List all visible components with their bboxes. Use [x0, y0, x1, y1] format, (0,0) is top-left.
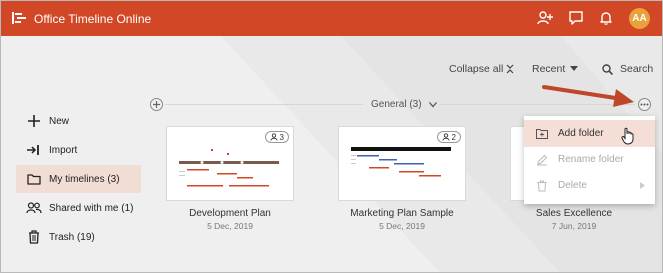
- sidebar-item-label: My timelines (3): [49, 173, 120, 185]
- collapse-all-button[interactable]: Collapse all: [449, 63, 514, 75]
- collapse-all-label: Collapse all: [449, 63, 504, 75]
- sidebar-item-label: Import: [49, 144, 78, 156]
- sidebar-item-import[interactable]: Import: [16, 136, 141, 164]
- menu-item-rename-folder[interactable]: Rename folder: [524, 146, 655, 173]
- trash-icon: [26, 229, 42, 245]
- sidebar-item-new[interactable]: New: [16, 107, 141, 135]
- search-label: Search: [620, 63, 654, 75]
- group-divider-left: [165, 104, 363, 105]
- card-date: 5 Dec, 2019: [379, 221, 425, 231]
- sidebar-item-shared[interactable]: Shared with me (1): [16, 194, 141, 222]
- chevron-down-icon: [428, 101, 437, 107]
- menu-item-label: Delete: [558, 180, 587, 191]
- group-options-menu: Add folder Rename folder Delete: [524, 116, 655, 204]
- user-icon: [442, 133, 449, 141]
- add-folder-icon: [536, 128, 548, 139]
- group-header[interactable]: General (3): [371, 99, 437, 110]
- sidebar-item-my-timelines[interactable]: My timelines (3): [16, 165, 141, 193]
- folder-icon: [26, 171, 42, 187]
- menu-item-label: Rename folder: [558, 154, 624, 165]
- sidebar-item-label: Trash (19): [49, 231, 95, 243]
- card-title[interactable]: Sales Excellence: [499, 208, 649, 219]
- user-icon: [270, 133, 277, 141]
- app-window: Office Timeline Online AA Collapse all R…: [0, 0, 663, 273]
- plus-icon: [153, 101, 160, 108]
- search-button[interactable]: Search: [602, 63, 653, 75]
- sort-dropdown[interactable]: Recent: [532, 63, 579, 75]
- card-title[interactable]: Development Plan: [155, 208, 305, 219]
- card-date: 5 Dec, 2019: [207, 221, 253, 231]
- card-title[interactable]: Marketing Plan Sample: [327, 208, 477, 219]
- sort-label: Recent: [532, 63, 566, 75]
- add-user-icon[interactable]: [537, 10, 553, 26]
- chevron-right-icon: [640, 182, 645, 189]
- collapse-icon: [506, 64, 514, 74]
- bell-icon[interactable]: [598, 10, 614, 26]
- annotation-arrow: [542, 85, 634, 107]
- timeline-card-development-plan[interactable]: 3: [166, 126, 294, 201]
- app-logo-icon[interactable]: [12, 12, 26, 24]
- import-icon: [26, 142, 42, 158]
- trash-icon: [537, 180, 547, 191]
- shared-users-icon: [26, 200, 42, 216]
- top-bar: Office Timeline Online AA: [1, 1, 662, 36]
- hand-cursor-icon: [621, 127, 634, 145]
- shared-badge: 2: [436, 131, 461, 143]
- menu-item-delete[interactable]: Delete: [524, 172, 655, 199]
- plus-icon: [26, 113, 42, 129]
- comment-icon[interactable]: [568, 10, 584, 26]
- chevron-down-icon: [570, 66, 579, 71]
- app-title: Office Timeline Online: [34, 12, 152, 26]
- timeline-card-marketing-plan[interactable]: 2: [338, 126, 466, 201]
- avatar[interactable]: AA: [629, 8, 650, 29]
- sidebar-item-label: New: [49, 115, 70, 127]
- menu-item-add-folder[interactable]: Add folder: [524, 120, 655, 147]
- shared-badge: 3: [264, 131, 289, 143]
- menu-item-label: Add folder: [558, 128, 604, 139]
- pencil-icon: [537, 154, 548, 165]
- add-group-button[interactable]: [150, 98, 163, 111]
- shared-count: 3: [279, 132, 284, 142]
- sidebar-item-trash[interactable]: Trash (19): [16, 223, 141, 251]
- search-icon: [602, 63, 613, 75]
- card-date: 7 Jun, 2019: [551, 221, 597, 231]
- sidebar-item-label: Shared with me (1): [49, 202, 134, 214]
- group-label: General (3): [371, 99, 422, 110]
- shared-count: 2: [451, 132, 456, 142]
